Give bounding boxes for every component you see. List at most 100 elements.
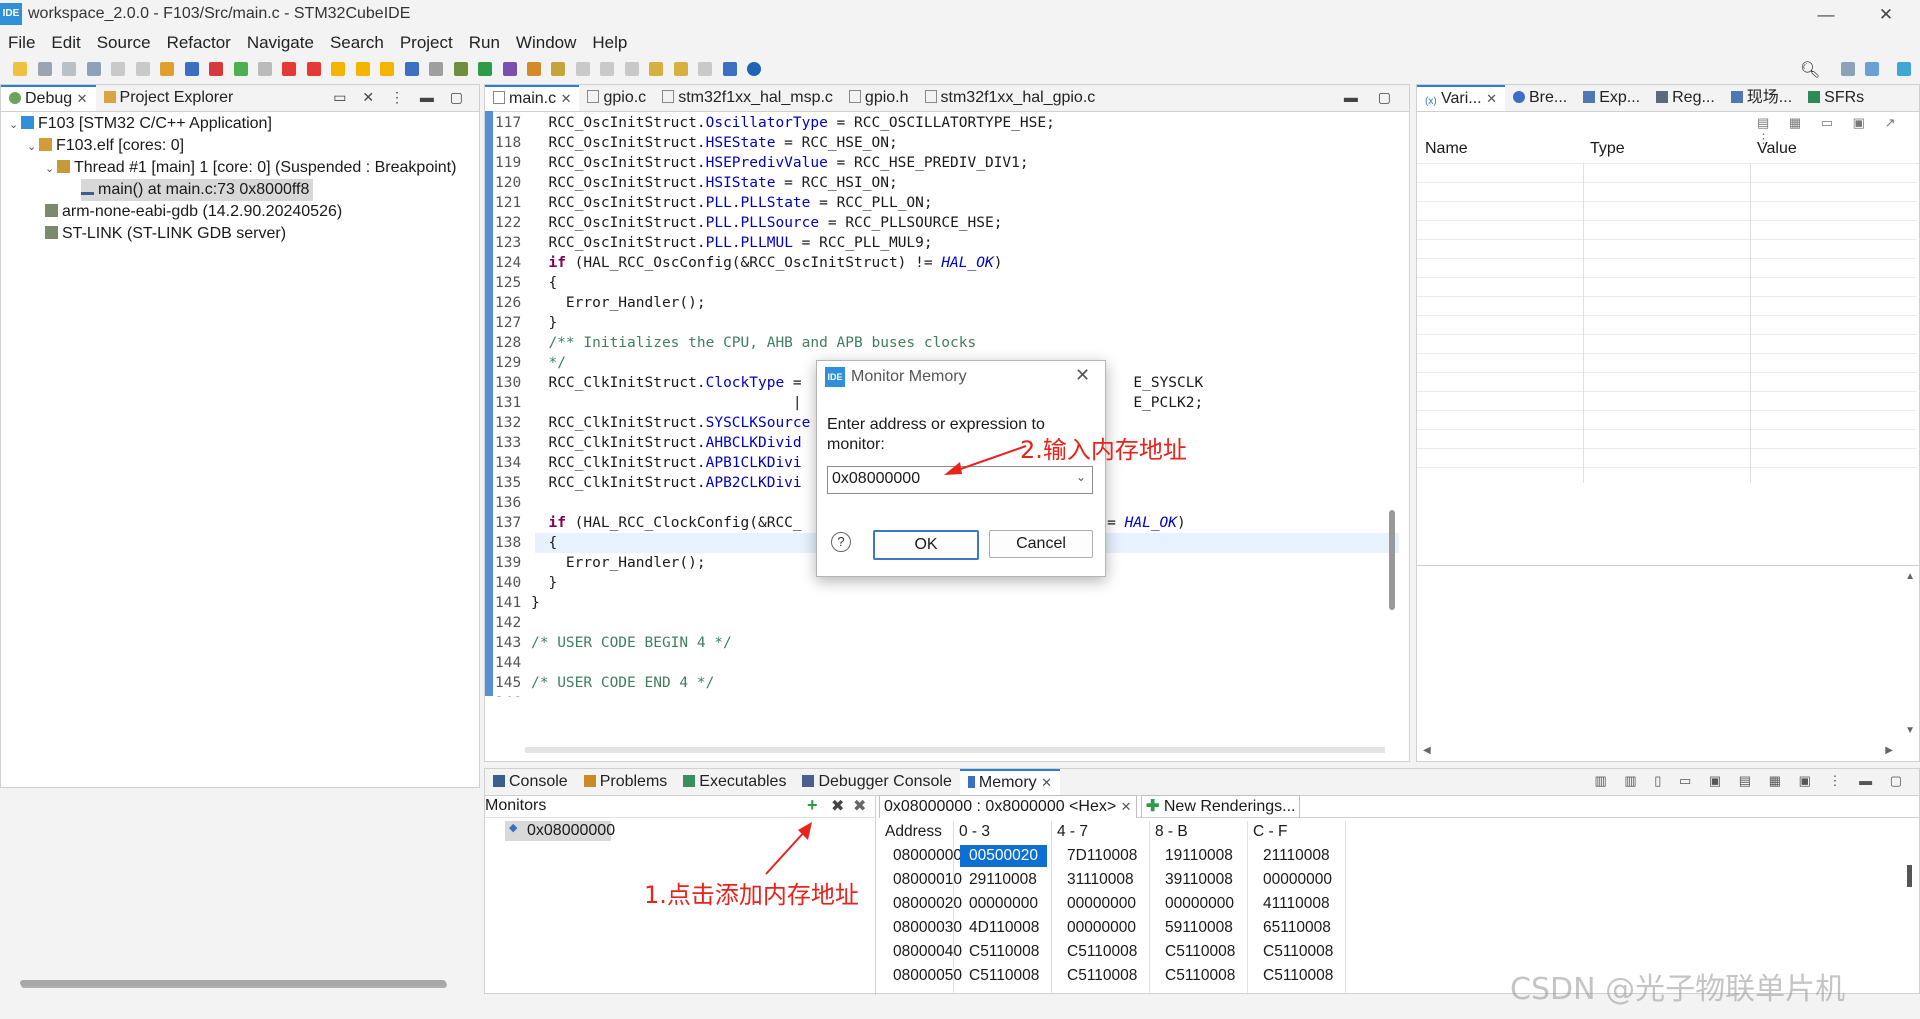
code-text[interactable]: RCC_ClkInitStruct.APB2CLKDivi — [531, 475, 801, 491]
suspend-icon[interactable] — [257, 62, 272, 76]
menu-source[interactable]: Source — [89, 30, 159, 55]
memory-column-header[interactable]: Address — [885, 821, 942, 843]
menu-run[interactable]: Run — [461, 30, 508, 55]
memory-value-cell[interactable]: C5110008 — [1067, 965, 1137, 987]
step-over-icon[interactable] — [355, 62, 370, 76]
step-into-icon[interactable] — [331, 62, 346, 76]
info-icon[interactable] — [747, 62, 762, 76]
annotation-icon[interactable] — [575, 62, 590, 76]
code-line[interactable]: 128 /** Initializes the CPU, AHB and APB… — [495, 333, 976, 353]
memory-toolbar[interactable]: ▥ ▥ ▯ ▭ ▣ ▤ ▦ ▣ ⋮ ▬ ▢ — [1594, 773, 1909, 789]
close-tab-icon[interactable]: ✕ — [77, 91, 88, 106]
close-window-button[interactable]: ✕ — [1866, 2, 1906, 28]
code-text[interactable]: RCC_OscInitStruct.PLL.PLLState = RCC_PLL… — [531, 195, 932, 211]
tab-registers[interactable]: Reg... — [1648, 85, 1723, 111]
tree-launch[interactable]: ⌄ F103 [STM32 C/C++ Application] — [9, 113, 272, 135]
code-line[interactable]: 141} — [495, 593, 540, 613]
code-line[interactable]: 122 RCC_OscInitStruct.PLL.PLLSource = RC… — [495, 213, 1002, 233]
code-text[interactable]: /** Initializes the CPU, AHB and APB bus… — [531, 335, 976, 351]
memory-column-header[interactable]: 4 - 7 — [1057, 821, 1088, 843]
resume-icon[interactable] — [233, 62, 248, 76]
code-line[interactable]: 145 /* USER CODE END 4 */ — [495, 673, 714, 693]
code-line[interactable]: 133 RCC_ClkInitStruct.AHBCLKDivid — [495, 433, 802, 453]
perspective-debug-icon[interactable] — [1897, 62, 1911, 76]
code-line[interactable]: 121 RCC_OscInitStruct.PLL.PLLState = RCC… — [495, 193, 933, 213]
monitor-item[interactable]: ◆ 0x08000000 — [505, 821, 615, 841]
code-line[interactable]: 142 — [495, 613, 531, 633]
menu-window[interactable]: Window — [508, 30, 584, 55]
memory-value-cell[interactable]: 21110008 — [1263, 845, 1330, 867]
code-line[interactable]: 117 RCC_OscInitStruct.OscillatorType = R… — [495, 113, 1055, 133]
memory-value-cell[interactable]: 4D110008 — [969, 917, 1039, 939]
memory-value-cell[interactable]: C5110008 — [1067, 941, 1137, 963]
open-perspective-icon[interactable] — [722, 62, 737, 76]
prev-annotation-icon[interactable] — [624, 62, 639, 76]
code-line[interactable]: 126 Error_Handler(); — [495, 293, 706, 313]
skip-breakpoints-icon[interactable] — [184, 62, 199, 76]
restart-icon[interactable] — [429, 62, 444, 76]
memory-value-cell[interactable]: C5110008 — [969, 965, 1039, 987]
address-input-value[interactable]: 0x08000000 — [832, 470, 920, 488]
refresh-icon[interactable] — [160, 62, 175, 76]
code-text[interactable]: } — [531, 575, 557, 591]
code-text[interactable]: RCC_OscInitStruct.PLL.PLLMUL = RCC_PLL_M… — [531, 235, 932, 251]
tab-sfrs[interactable]: SFRs — [1800, 85, 1872, 111]
memory-value-cell[interactable]: 7D110008 — [1067, 845, 1137, 867]
tab-breakpoints[interactable]: Bre... — [1505, 85, 1575, 111]
tree-stack-frame[interactable]: main() at main.c:73 0x8000ff8 — [81, 179, 314, 201]
code-text[interactable]: RCC_ClkInitStruct.AHBCLKDivid — [531, 435, 801, 451]
memory-value-cell[interactable]: 00000000 — [1165, 893, 1234, 915]
memory-value-cell[interactable]: C5110008 — [1263, 965, 1333, 987]
help-icon[interactable]: ? — [831, 532, 851, 552]
menu-project[interactable]: Project — [392, 30, 461, 55]
remove-monitor-icon[interactable]: ✖ — [831, 796, 844, 816]
memory-value-cell[interactable]: 19110008 — [1165, 845, 1233, 867]
terminate-icon[interactable] — [282, 62, 297, 76]
close-tab-icon[interactable]: ✕ — [561, 91, 572, 106]
code-line[interactable]: 120 RCC_OscInitStruct.HSIState = RCC_HSI… — [495, 173, 898, 193]
memory-column-header[interactable]: 8 - B — [1155, 821, 1188, 843]
build-icon[interactable] — [86, 62, 101, 76]
tree-elf[interactable]: ⌄ F103.elf [cores: 0] — [27, 135, 184, 157]
terminate-relaunch-icon[interactable] — [209, 62, 224, 76]
add-monitor-icon[interactable]: + — [807, 795, 818, 816]
forward-icon[interactable] — [698, 62, 713, 76]
tab-expressions[interactable]: Exp... — [1575, 85, 1648, 111]
redo-icon[interactable] — [135, 62, 150, 76]
code-line[interactable]: 146 — [495, 693, 531, 697]
code-text[interactable]: RCC_OscInitStruct.HSEPredivValue = RCC_H… — [531, 155, 1028, 171]
code-text[interactable]: RCC_ClkInitStruct.APB1CLKDivi — [531, 455, 801, 471]
tab-debugger-console[interactable]: Debugger Console — [794, 769, 959, 795]
code-line[interactable]: 124 if (HAL_RCC_OscConfig(&RCC_OscInitSt… — [495, 253, 1002, 273]
close-tab-icon[interactable]: ✕ — [1486, 91, 1497, 106]
tab-problems[interactable]: Problems — [576, 769, 676, 795]
code-line[interactable]: 127 } — [495, 313, 557, 333]
tab-gpio-c[interactable]: gpio.c — [579, 85, 654, 111]
code-text[interactable]: } — [531, 315, 557, 331]
scroll-left-icon[interactable]: ◀ — [1423, 745, 1431, 756]
search-tool-icon[interactable] — [551, 62, 566, 76]
tab-executables[interactable]: Executables — [675, 769, 794, 795]
code-line[interactable]: 129 */ — [495, 353, 566, 373]
menu-edit[interactable]: Edit — [43, 30, 88, 55]
close-tab-icon[interactable]: ✕ — [1041, 775, 1052, 790]
save-all-icon[interactable] — [62, 62, 77, 76]
col-value[interactable]: Value — [1757, 140, 1797, 158]
menu-file[interactable]: File — [0, 30, 43, 55]
memory-scrollbar[interactable] — [1907, 865, 1912, 887]
memory-value-cell[interactable]: 00000000 — [969, 893, 1038, 915]
code-line[interactable]: 139 Error_Handler(); — [495, 553, 706, 573]
disconnect-icon[interactable] — [306, 62, 321, 76]
memory-value-cell[interactable]: C5110008 — [969, 941, 1039, 963]
variables-table[interactable] — [1417, 163, 1917, 633]
code-line[interactable]: 144 — [495, 653, 531, 673]
code-line[interactable]: 135 RCC_ClkInitStruct.APB2CLKDivi — [495, 473, 802, 493]
code-text[interactable]: } — [531, 595, 540, 611]
back-icon[interactable] — [673, 62, 688, 76]
collapse-icon[interactable]: ⌄ — [9, 114, 21, 136]
collapse-icon[interactable]: ⌄ — [45, 158, 57, 180]
collapse-icon[interactable]: ⌄ — [27, 136, 39, 158]
next-annotation-icon[interactable] — [600, 62, 615, 76]
code-line[interactable]: 134 RCC_ClkInitStruct.APB1CLKDivi — [495, 453, 802, 473]
scroll-right-icon[interactable]: ▶ — [1885, 745, 1893, 756]
